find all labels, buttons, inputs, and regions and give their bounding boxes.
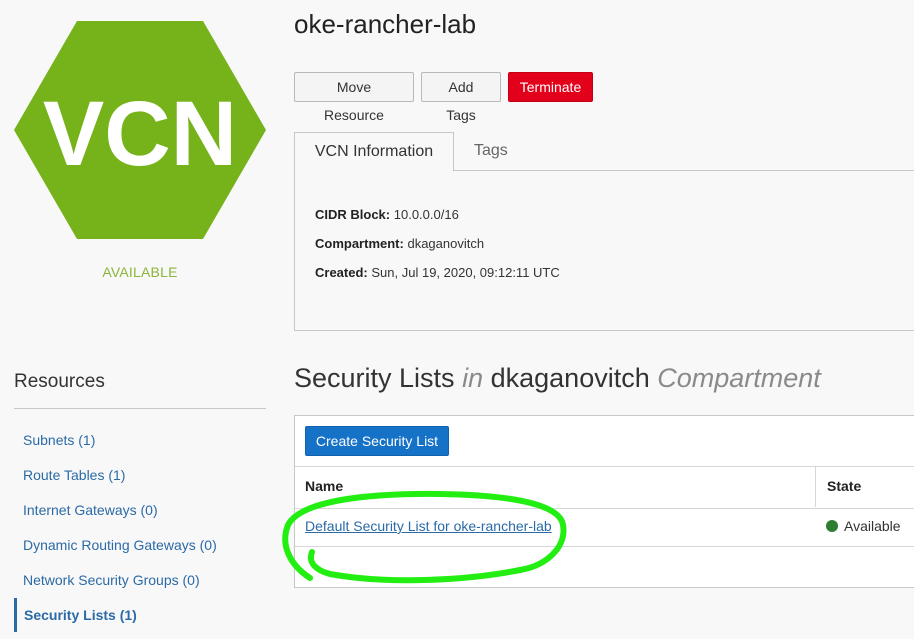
table-row-divider — [295, 546, 914, 547]
heading-suffix: Compartment — [657, 363, 821, 393]
vcn-badge-text: VCN — [43, 83, 237, 185]
heading-main: Security Lists — [294, 363, 455, 393]
create-security-list-button[interactable]: Create Security List — [305, 426, 449, 456]
tab-tags[interactable]: Tags — [474, 132, 508, 170]
page-title: oke-rancher-lab — [294, 9, 477, 39]
created-label: Created: — [315, 265, 368, 280]
row-state: Available — [844, 518, 901, 534]
info-created-row: Created: Sun, Jul 19, 2020, 09:12:11 UTC — [315, 265, 560, 280]
sidebar-item-security-lists[interactable]: Security Lists (1) — [24, 607, 137, 623]
info-cidr-row: CIDR Block: 10.0.0.0/16 — [315, 207, 459, 222]
add-tags-button[interactable]: Add Tags — [421, 72, 501, 123]
heading-in: in — [462, 363, 484, 393]
cidr-label: CIDR Block: — [315, 207, 391, 222]
security-lists-heading: Security Lists in dkaganovitch Compartme… — [294, 363, 821, 394]
tab-vcn-information[interactable]: VCN Information — [294, 132, 454, 171]
cidr-value: 10.0.0.0/16 — [393, 207, 459, 222]
sidebar-item-subnets[interactable]: Subnets (1) — [23, 432, 95, 448]
status-dot-icon — [826, 520, 838, 532]
sidebar-item-network-security-groups[interactable]: Network Security Groups (0) — [23, 572, 200, 588]
sidebar-item-internet-gateways[interactable]: Internet Gateways (0) — [23, 502, 158, 518]
sidebar-item-dynamic-routing-gateways[interactable]: Dynamic Routing Gateways (0) — [23, 537, 217, 553]
column-separator — [815, 467, 816, 507]
resources-heading: Resources — [14, 371, 105, 392]
terminate-button[interactable]: Terminate — [508, 72, 593, 102]
info-compartment-row: Compartment: dkaganovitch — [315, 236, 484, 251]
security-list-link[interactable]: Default Security List for oke-rancher-la… — [305, 518, 552, 534]
vcn-status-label: AVAILABLE — [102, 264, 178, 280]
sidebar-active-indicator — [14, 598, 17, 632]
table-header-row — [295, 466, 914, 509]
move-resource-button[interactable]: Move Resource — [294, 72, 414, 123]
compartment-label: Compartment: — [315, 236, 404, 251]
created-value: Sun, Jul 19, 2020, 09:12:11 UTC — [371, 265, 560, 280]
vcn-badge-icon: VCN — [14, 21, 266, 239]
column-header-state[interactable]: State — [827, 478, 861, 494]
sidebar-item-route-tables[interactable]: Route Tables (1) — [23, 467, 125, 483]
column-header-name[interactable]: Name — [305, 478, 343, 494]
compartment-value: dkaganovitch — [407, 236, 485, 251]
resources-divider — [14, 408, 266, 409]
heading-compartment: dkaganovitch — [490, 363, 650, 393]
